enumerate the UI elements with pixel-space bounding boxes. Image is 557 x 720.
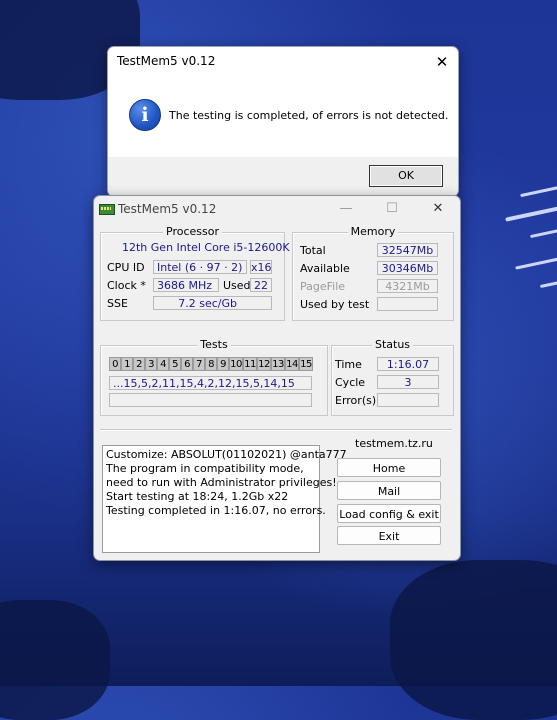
time-label: Time: [335, 358, 362, 371]
log-line: Customize: ABSOLUT(01102021) @anta777: [106, 448, 347, 461]
cycle-label: Cycle: [335, 376, 366, 389]
available-field: 30346Mb: [377, 261, 438, 275]
message-titlebar[interactable]: TestMem5 v0.12 ✕: [108, 47, 458, 77]
test-cell: 4: [157, 357, 169, 371]
exit-button[interactable]: Exit: [337, 526, 441, 545]
tests-group: Tests 0 1 2 3 4 5 6 7 8 9 10 11 12 13 14…: [100, 338, 328, 416]
mail-button[interactable]: Mail: [337, 481, 441, 500]
test-cell: 10: [229, 357, 243, 371]
close-button[interactable]: ✕: [418, 196, 458, 222]
memory-title: Memory: [347, 225, 399, 238]
total-label: Total: [300, 244, 326, 257]
site-title: testmem.tz.ru: [355, 437, 433, 450]
used-label: Used: [223, 279, 251, 292]
pagefile-label: PageFile: [300, 280, 346, 293]
test-progress-field: [109, 393, 312, 407]
log-line: need to run with Administrator privilege…: [106, 476, 337, 489]
available-label: Available: [300, 262, 350, 275]
test-cell: 13: [271, 357, 285, 371]
log-line: Testing completed in 1:16.07, no errors.: [106, 504, 326, 517]
home-button[interactable]: Home: [337, 458, 441, 477]
test-cell: 8: [205, 357, 217, 371]
time-field: 1:16.07: [377, 357, 439, 371]
clock-label: Clock *: [107, 279, 146, 292]
test-sequence-field: ...15,5,2,11,15,4,2,12,15,5,14,15: [109, 376, 312, 390]
test-cell: 3: [145, 357, 157, 371]
test-cell: 9: [217, 357, 229, 371]
test-cell: 2: [133, 357, 145, 371]
cpu-threads-field: x16: [250, 260, 272, 274]
log-panel[interactable]: Customize: ABSOLUT(01102021) @anta777 Th…: [102, 445, 347, 553]
sse-field: 7.2 sec/Gb: [153, 296, 272, 310]
message-text: The testing is completed, of errors is n…: [169, 109, 449, 122]
test-cells-row: 0 1 2 3 4 5 6 7 8 9 10 11 12 13 14 15: [109, 357, 319, 371]
cycle-field: 3: [377, 375, 439, 389]
test-cell: 15: [299, 357, 313, 371]
cpu-id-field: Intel (6 · 97 · 2): [153, 260, 247, 274]
used-by-test-field: [377, 297, 438, 311]
info-icon: i: [129, 99, 161, 131]
errors-field: [377, 393, 439, 407]
memory-group: Memory Total 32547Mb Available 30346Mb P…: [292, 225, 454, 321]
log-line: Start testing at 18:24, 1.2Gb x22: [106, 490, 289, 503]
test-cell: 1: [121, 357, 133, 371]
sse-label: SSE: [107, 297, 128, 310]
errors-label: Error(s): [335, 394, 377, 407]
test-cell: 12: [257, 357, 271, 371]
main-titlebar[interactable]: TestMem5 v0.12 — ☐ ✕: [94, 196, 460, 222]
test-cell: 6: [181, 357, 193, 371]
pagefile-field: 4321Mb: [377, 279, 438, 293]
test-cell: 11: [243, 357, 257, 371]
status-title: Status: [371, 338, 414, 351]
test-cell: 14: [285, 357, 299, 371]
test-cell: 7: [193, 357, 205, 371]
status-group: Status Time 1:16.07 Cycle 3 Error(s): [331, 338, 454, 416]
test-cell: 5: [169, 357, 181, 371]
used-field: 22: [250, 278, 272, 292]
processor-title: Processor: [163, 225, 222, 238]
tests-title: Tests: [197, 338, 231, 351]
minimize-button[interactable]: —: [326, 196, 366, 222]
log-line: The program in compatibility mode,: [106, 462, 304, 475]
testmem-window: TestMem5 v0.12 — ☐ ✕ Processor 12th Gen …: [93, 195, 461, 561]
message-footer: OK: [108, 157, 458, 196]
test-cell: 0: [109, 357, 121, 371]
main-title: TestMem5 v0.12: [118, 202, 217, 216]
load-config-button[interactable]: Load config & exit: [337, 504, 441, 523]
memory-chip-icon: [99, 204, 115, 215]
maximize-button[interactable]: ☐: [372, 196, 412, 222]
message-dialog: TestMem5 v0.12 ✕ i The testing is comple…: [107, 46, 459, 197]
cpu-name: 12th Gen Intel Core i5-12600K: [122, 241, 290, 254]
processor-group: Processor 12th Gen Intel Core i5-12600K …: [100, 225, 290, 321]
message-close-button[interactable]: ✕: [426, 47, 458, 77]
clock-field: 3686 MHz: [153, 278, 219, 292]
used-by-test-label: Used by test: [300, 298, 370, 311]
cpu-id-label: CPU ID: [107, 261, 145, 274]
ok-button[interactable]: OK: [369, 165, 443, 187]
separator: [100, 429, 452, 431]
total-field: 32547Mb: [377, 243, 438, 257]
message-title: TestMem5 v0.12: [117, 54, 216, 68]
